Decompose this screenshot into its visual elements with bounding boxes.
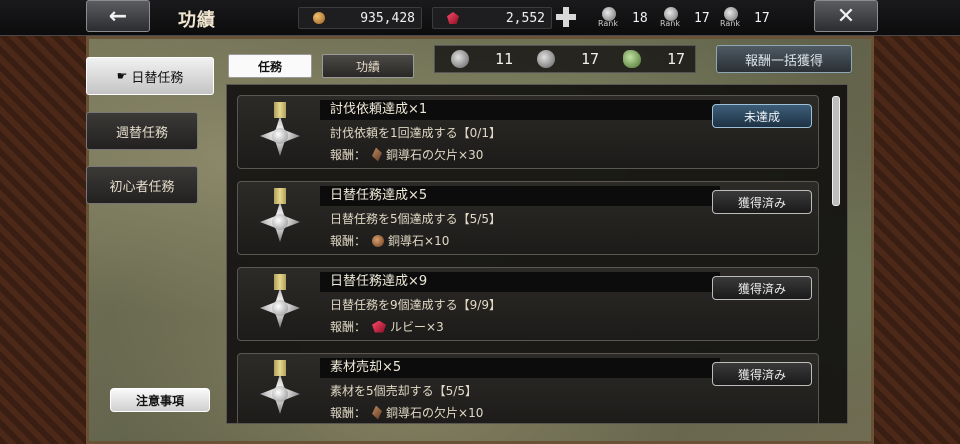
tab-tasks[interactable]: 任務: [228, 54, 312, 78]
rank-beast-icon: Rank: [720, 7, 742, 29]
quest-status-button[interactable]: 獲得済み: [712, 362, 812, 386]
arrow-left-icon: ←: [108, 3, 128, 29]
gear-emblem-counter: 17: [521, 50, 607, 68]
quest-status-button[interactable]: 獲得済み: [712, 276, 812, 300]
ruby-icon: [447, 12, 459, 24]
gear-emblem-icon: [537, 50, 555, 68]
rank-skull: Rank 18: [598, 7, 648, 29]
quest-status-button[interactable]: 未達成: [712, 104, 812, 128]
category-label: 初心者任務: [109, 179, 175, 195]
quest-title: 日替任務達成×5: [320, 186, 720, 206]
coin-icon: [313, 12, 325, 24]
counter-value: 11: [495, 50, 514, 68]
emblem-counter: 11: [435, 50, 521, 68]
copper-shard-icon: [372, 147, 383, 162]
ruby-value: 2,552: [505, 10, 545, 26]
quest-description: 日替任務を5個達成する【5/5】: [330, 212, 501, 226]
rank-beast: Rank 17: [720, 7, 770, 29]
reward-label: 報酬：: [330, 406, 367, 420]
right-border-pattern: [874, 36, 960, 444]
notice-button[interactable]: 注意事項: [110, 388, 210, 412]
category-label: 週替任務: [115, 125, 168, 141]
quest-reward: 報酬： 銅導石の欠片×10: [330, 404, 483, 421]
quest-title: 討伐依頼達成×1: [320, 100, 720, 120]
clover-counter: 17: [607, 50, 693, 68]
emblem-icon: [451, 50, 469, 68]
emblem-counter-bar: 11 17 17: [434, 45, 696, 73]
quest-item: 討伐依頼達成×1 討伐依頼を1回達成する【0/1】 報酬： 銅導石の欠片×30 …: [237, 95, 819, 169]
quest-reward: 報酬： ルビー×3: [330, 318, 444, 335]
top-bar: ← 功績 935,428 2,552 Rank 18 Rank 17 Rank …: [0, 0, 960, 36]
silver-medal-icon: [256, 102, 304, 166]
category-weekly-tasks[interactable]: 週替任務: [86, 112, 198, 150]
counter-value: 17: [667, 50, 686, 68]
quest-status-button[interactable]: 獲得済み: [712, 190, 812, 214]
reward-text: 銅導石×10: [388, 234, 450, 248]
reward-label: 報酬：: [330, 234, 367, 248]
ruby-icon: [372, 320, 387, 333]
quest-title: 素材売却×5: [320, 358, 720, 378]
list-scrollbar[interactable]: [832, 96, 840, 206]
copper-shard-icon: [372, 405, 383, 420]
quest-description: 素材を5個売却する【5/5】: [330, 384, 477, 398]
rank-value: 17: [694, 10, 710, 26]
gold-value: 935,428: [360, 10, 415, 26]
category-beginner-tasks[interactable]: 初心者任務: [86, 166, 198, 204]
quest-reward: 報酬： 銅導石の欠片×30: [330, 146, 483, 163]
reward-label: 報酬：: [330, 320, 367, 334]
rank-flower-icon: Rank: [660, 7, 682, 29]
quest-description: 日替任務を9個達成する【9/9】: [330, 298, 501, 312]
rank-skull-icon: Rank: [598, 7, 620, 29]
category-daily-tasks[interactable]: ☛ 日替任務: [86, 57, 214, 95]
tab-achievements[interactable]: 功績: [322, 54, 414, 78]
close-icon: ✕: [836, 3, 856, 29]
reward-text: 銅導石の欠片×30: [386, 148, 484, 162]
gold-counter: 935,428: [298, 7, 422, 29]
rank-value: 17: [754, 10, 770, 26]
clover-icon: [623, 50, 641, 68]
add-ruby-button[interactable]: [556, 7, 576, 27]
ruby-counter: 2,552: [432, 7, 552, 29]
left-border-pattern: [0, 36, 86, 444]
silver-medal-icon: [256, 188, 304, 252]
quest-item: 素材売却×5 素材を5個売却する【5/5】 報酬： 銅導石の欠片×10 獲得済み: [237, 353, 819, 423]
hand-pointer-icon: ☛: [116, 69, 128, 83]
silver-medal-icon: [256, 274, 304, 338]
reward-text: 銅導石の欠片×10: [386, 406, 484, 420]
close-button[interactable]: ✕: [814, 0, 878, 32]
quest-reward: 報酬： 銅導石×10: [330, 232, 449, 249]
rank-flower: Rank 17: [660, 7, 710, 29]
copper-stone-icon: [372, 234, 385, 247]
counter-value: 17: [581, 50, 600, 68]
category-label: 日替任務: [131, 70, 184, 86]
quest-list[interactable]: 討伐依頼達成×1 討伐依頼を1回達成する【0/1】 報酬： 銅導石の欠片×30 …: [226, 84, 848, 424]
back-button[interactable]: ←: [86, 0, 150, 32]
claim-all-rewards-button[interactable]: 報酬一括獲得: [716, 45, 852, 73]
reward-text: ルビー×3: [390, 320, 444, 334]
page-title: 功績: [178, 10, 216, 31]
reward-label: 報酬：: [330, 148, 367, 162]
quest-description: 討伐依頼を1回達成する【0/1】: [330, 126, 501, 140]
quest-item: 日替任務達成×5 日替任務を5個達成する【5/5】 報酬： 銅導石×10 獲得済…: [237, 181, 819, 255]
silver-medal-icon: [256, 360, 304, 423]
quest-title: 日替任務達成×9: [320, 272, 720, 292]
rank-value: 18: [632, 10, 648, 26]
quest-item: 日替任務達成×9 日替任務を9個達成する【9/9】 報酬： ルビー×3 獲得済み: [237, 267, 819, 341]
